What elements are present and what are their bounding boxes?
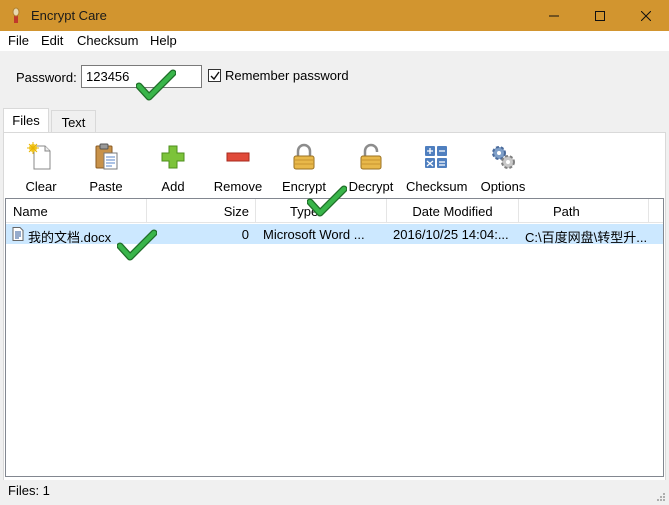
word-document-icon: [12, 227, 24, 241]
menu-help[interactable]: Help: [150, 33, 177, 48]
menu-edit[interactable]: Edit: [41, 33, 63, 48]
minimize-icon: [549, 15, 559, 16]
options-button[interactable]: Options: [473, 142, 533, 194]
menu-checksum[interactable]: Checksum: [77, 33, 138, 48]
paste-icon: [95, 143, 118, 170]
decrypt-label: Decrypt: [348, 179, 394, 194]
column-name[interactable]: Name: [6, 199, 147, 223]
menu-bar: File Edit Checksum Help: [0, 31, 669, 51]
tab-text[interactable]: Text: [51, 110, 96, 133]
annotation-checkmark-icon: [307, 185, 347, 217]
add-icon: [161, 145, 185, 169]
remove-button[interactable]: Remove: [208, 142, 268, 194]
clear-button[interactable]: Clear: [11, 142, 71, 194]
remember-password-checkbox[interactable]: Remember password: [208, 68, 349, 83]
checksum-button[interactable]: Checksum: [406, 142, 468, 194]
remember-password-label: Remember password: [225, 68, 349, 83]
cell-type: Microsoft Word ...: [263, 227, 365, 242]
remove-label: Remove: [213, 179, 263, 194]
remove-icon: [226, 152, 250, 162]
window-title: Encrypt Care: [31, 8, 107, 23]
minimize-button[interactable]: [531, 0, 577, 31]
file-list[interactable]: Name Size Type Date Modified Path 我的文档.d…: [5, 198, 664, 477]
table-row[interactable]: 我的文档.docx 0 Microsoft Word ... 2016/10/2…: [6, 224, 663, 245]
app-icon: [12, 7, 20, 23]
cell-path: C:\百度网盘\转型升...: [525, 230, 648, 245]
maximize-icon: [595, 10, 605, 21]
column-date-modified[interactable]: Date Modified: [387, 199, 519, 223]
checkmark-icon: [210, 71, 220, 80]
column-path[interactable]: Path: [519, 199, 649, 223]
add-button[interactable]: Add: [143, 142, 203, 194]
annotation-checkmark-icon: [117, 229, 157, 261]
options-label: Options: [480, 179, 526, 194]
status-bar: Files: 1: [0, 480, 669, 505]
resize-grip-icon[interactable]: [656, 492, 666, 502]
menu-file[interactable]: File: [8, 33, 29, 48]
status-text: Files: 1: [8, 483, 50, 498]
clear-icon: [27, 142, 51, 170]
add-label: Add: [161, 179, 185, 194]
password-label: Password:: [16, 70, 77, 85]
clear-label: Clear: [25, 179, 57, 194]
decrypt-button[interactable]: Decrypt: [341, 142, 401, 194]
paste-label: Paste: [89, 179, 123, 194]
annotation-checkmark-icon: [136, 69, 176, 101]
checkbox-box[interactable]: [208, 69, 221, 82]
cell-size: 0: [241, 227, 249, 242]
tab-files[interactable]: Files: [3, 108, 49, 133]
maximize-button[interactable]: [577, 0, 623, 31]
close-icon: [641, 10, 651, 21]
gears-icon: [492, 146, 515, 169]
cell-date-modified: 2016/10/25 14:04:...: [393, 227, 509, 242]
title-bar[interactable]: Encrypt Care: [0, 0, 669, 31]
checksum-label: Checksum: [406, 179, 468, 194]
calculator-icon: [425, 146, 447, 168]
column-size[interactable]: Size: [147, 199, 256, 223]
paste-button[interactable]: Paste: [76, 142, 136, 194]
lock-icon: [293, 143, 315, 170]
unlock-icon: [360, 143, 382, 170]
close-button[interactable]: [623, 0, 669, 31]
